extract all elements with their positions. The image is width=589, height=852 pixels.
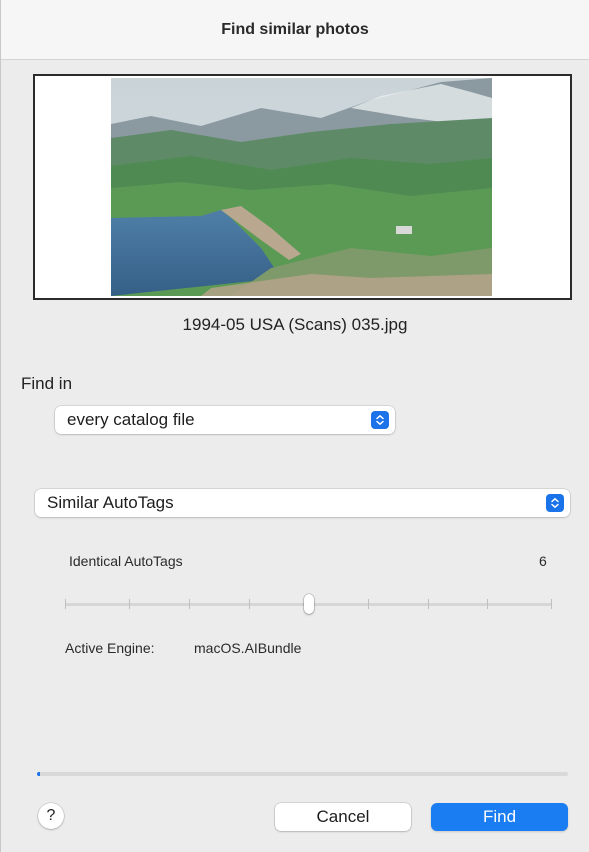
cancel-button[interactable]: Cancel [275, 803, 411, 831]
progress-fill [37, 772, 40, 776]
slider-tick [129, 599, 130, 609]
slider-tick [551, 599, 552, 609]
slider-tick [189, 599, 190, 609]
slider-tick [428, 599, 429, 609]
active-engine-label: Active Engine: [65, 640, 155, 656]
identical-autotags-label: Identical AutoTags [69, 553, 183, 569]
progress-bar [37, 772, 568, 776]
slider-tick [249, 599, 250, 609]
method-selected: Similar AutoTags [47, 493, 174, 512]
find-in-selected: every catalog file [67, 410, 195, 429]
help-button[interactable]: ? [38, 803, 64, 829]
photo-thumbnail [111, 78, 492, 296]
slider-knob[interactable] [303, 594, 314, 614]
title-bar: Find similar photos [1, 0, 589, 60]
window-title: Find similar photos [221, 21, 369, 38]
find-similar-dialog: Find similar photos 1994-05 USA (Scans) … [0, 0, 589, 852]
photo-preview [33, 74, 572, 300]
photo-filename: 1994-05 USA (Scans) 035.jpg [182, 315, 408, 334]
slider-tick [487, 599, 488, 609]
chevron-up-down-icon [546, 494, 564, 512]
slider-tick [65, 599, 66, 609]
find-button[interactable]: Find [431, 803, 568, 831]
active-engine-value: macOS.AIBundle [194, 640, 302, 656]
slider-tick [368, 599, 369, 609]
find-in-popup[interactable]: every catalog file [55, 406, 395, 434]
chevron-up-down-icon [371, 411, 389, 429]
find-in-label: Find in [21, 374, 73, 393]
identical-autotags-value: 6 [539, 553, 547, 569]
method-popup[interactable]: Similar AutoTags [35, 489, 570, 517]
